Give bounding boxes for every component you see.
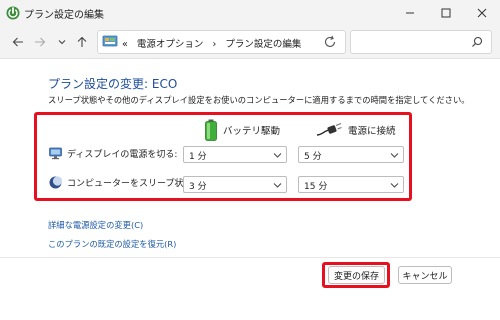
sleep-plugged-value: 15 分 [304,182,328,192]
search-box[interactable] [350,30,492,54]
advanced-power-settings-link[interactable]: 詳細な電源設定の変更(C) [48,219,143,231]
monitor-icon [49,147,62,160]
recent-locations-button[interactable] [52,32,72,52]
plugged-in-column-label: 電源に接続 [348,126,396,137]
power-options-app-icon [6,6,20,20]
plan-settings-window: プラン設定の編集 « 電源オプション › プラン設定の編集 プラン設定の変更: … [0,0,500,320]
control-panel-icon [102,35,118,47]
plugged-in-column-header: 電源に接続 [316,118,396,142]
display-off-plugged-value: 5 分 [304,152,322,162]
minimize-icon [406,12,414,14]
breadcrumb-separator: › [212,39,217,50]
back-button[interactable] [8,32,28,52]
sleep-battery-value: 3 分 [189,182,207,192]
display-off-plugged-select[interactable]: 5 分 [298,146,404,163]
search-icon [472,36,483,47]
close-icon [477,8,487,18]
maximize-button[interactable] [428,0,464,26]
page-title: プラン設定の変更: ECO [48,77,178,91]
chevron-down-icon [273,153,282,158]
power-plug-icon [316,122,342,136]
battery-icon [205,119,217,141]
breadcrumb-power-options[interactable]: 電源オプション [137,39,204,50]
breadcrumb-current[interactable]: プラン設定の編集 [225,39,301,50]
forward-button[interactable] [30,32,50,52]
battery-column-header: バッテリ駆動 [205,118,280,142]
chevron-down-icon [390,183,399,188]
arrow-up-icon [77,36,87,47]
title-bar: プラン設定の編集 [0,0,500,26]
sleep-battery-select[interactable]: 3 分 [183,176,287,193]
breadcrumb: « 電源オプション › プラン設定の編集 [122,36,301,50]
cancel-button[interactable]: キャンセル [398,266,452,284]
arrow-left-icon [12,37,23,47]
chevron-down-icon [390,153,399,158]
save-button-highlight-box [322,262,390,288]
minimize-button[interactable] [392,0,428,26]
display-off-battery-select[interactable]: 1 分 [183,146,287,163]
navigation-bar: « 電源オプション › プラン設定の編集 [0,26,500,59]
maximize-icon [441,8,451,18]
breadcrumb-overflow[interactable]: « [122,39,128,50]
display-off-label: ディスプレイの電源を切る: [67,150,178,160]
chevron-down-icon [58,40,66,45]
display-off-battery-value: 1 分 [189,152,207,162]
page-description: スリープ状態やその他のディスプレイ設定をお使いのコンピューターに適用するまでの時… [48,95,470,105]
display-off-row: ディスプレイの電源を切る: [49,147,177,160]
up-button[interactable] [72,32,92,52]
footer-divider [0,257,500,258]
sleep-plugged-select[interactable]: 15 分 [298,176,404,193]
restore-defaults-link[interactable]: このプランの既定の設定を復元(R) [48,238,176,250]
close-button[interactable] [464,0,500,26]
moon-icon [49,176,62,189]
window-title: プラン設定の編集 [24,10,104,21]
chevron-down-icon [273,183,282,188]
arrow-right-icon [35,37,46,47]
refresh-icon[interactable] [323,35,337,49]
battery-column-label: バッテリ駆動 [223,126,281,137]
address-bar[interactable]: « 電源オプション › プラン設定の編集 [97,30,346,54]
